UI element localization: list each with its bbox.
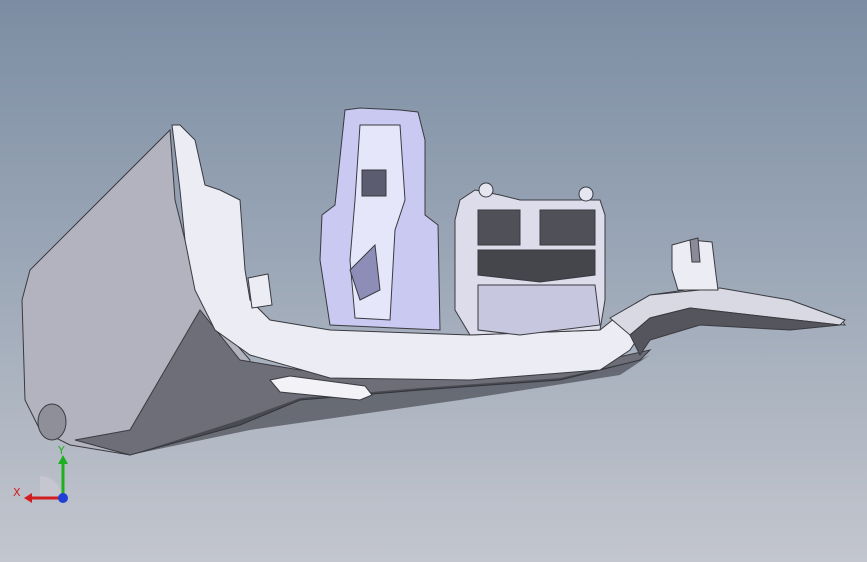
triad-y-label: Y <box>57 444 65 457</box>
triad-x-arrow <box>24 493 32 503</box>
part-hole <box>37 403 67 441</box>
part-boss-pin-right <box>578 186 594 202</box>
part-model[interactable] <box>21 107 847 456</box>
part-boss-bowl <box>477 284 601 336</box>
triad-x-label: X <box>13 486 21 499</box>
triad-z-axis <box>58 493 68 503</box>
part-clip-window <box>361 169 387 197</box>
coordinate-triad: X Y <box>13 444 68 503</box>
model-viewport[interactable] <box>0 0 867 562</box>
part-post-left <box>247 273 273 309</box>
part-boss-cavity-top <box>477 209 521 246</box>
part-boss-pin-left <box>478 182 494 198</box>
part-boss-cavity-mid <box>539 209 596 246</box>
triad-quadrant <box>40 476 62 498</box>
part-boss-cavity-lower <box>477 249 596 283</box>
part-post-right-slot <box>689 237 701 263</box>
